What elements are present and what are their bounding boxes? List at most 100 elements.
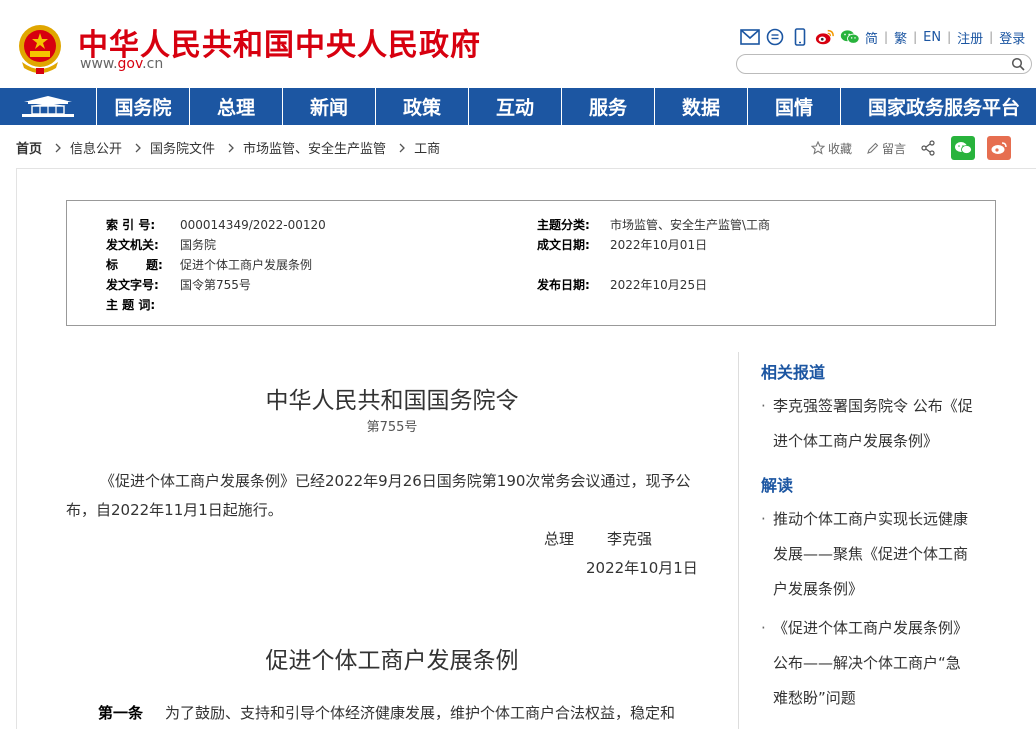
order-title: 中华人民共和国国务院令 <box>265 388 519 414</box>
meta-doc-no-row: 发文字号: 国令第755号 <box>106 276 251 293</box>
site-header: 中华人民共和国中央人民政府 www.gov.cn 简 | 繁 | EN | 注册… <box>0 0 1036 88</box>
breadcrumb-industry-commerce[interactable]: 工商 <box>414 138 440 157</box>
nav-item-national-info[interactable]: 国情 <box>748 88 841 125</box>
meta-value: 国令第755号 <box>180 278 251 292</box>
meta-category-row: 主题分类: 市场监管、安全生产监管\工商 <box>537 216 770 233</box>
search-icon[interactable] <box>1011 57 1025 71</box>
meta-keywords-row: 主 题 词: <box>106 296 180 313</box>
nav-item-data[interactable]: 数据 <box>655 88 748 125</box>
chevron-right-icon <box>399 143 405 152</box>
nav-item-services[interactable]: 服务 <box>562 88 655 125</box>
mobile-icon[interactable] <box>790 27 810 47</box>
breadcrumb-market-regulation[interactable]: 市场监管、安全生产监管 <box>243 138 386 157</box>
breadcrumb-home[interactable]: 首页 <box>16 138 42 157</box>
link-line[interactable]: 推动个体工商户实现长远健康 <box>773 510 968 528</box>
meta-label: 发文字号: <box>106 278 159 292</box>
meta-label: 索 引 号: <box>106 218 156 232</box>
interpretation-link[interactable]: 《促进个体工商户发展条例》公布——解决个体工商户“急难愁盼”问题 <box>761 611 1001 716</box>
meta-date-written-row: 成文日期: 2022年10月01日 <box>537 236 707 253</box>
meta-label: 题: <box>146 258 163 272</box>
article-1-text: 为了鼓励、支持和引导个体经济健康发展，维护个体工商户合法权益，稳定和 <box>165 704 676 722</box>
column-divider <box>738 352 739 729</box>
related-reports-list: 李克强签署国务院令 公布《促进个体工商户发展条例》 <box>761 389 1036 459</box>
pen-icon <box>867 142 879 154</box>
separator: | <box>947 30 952 44</box>
lang-english-link[interactable]: EN <box>923 30 941 45</box>
meta-issuer-row: 发文机关: 国务院 <box>106 236 216 253</box>
site-url: www.gov.cn <box>80 56 164 72</box>
interpretation-link[interactable]: 推动个体工商户实现长远健康发展——聚焦《促进个体工商户发展条例》 <box>761 502 1001 607</box>
favorite-label: 收藏 <box>828 141 853 156</box>
separator: | <box>913 30 918 44</box>
meta-value: 2022年10月01日 <box>610 238 708 252</box>
chevron-right-icon <box>228 143 234 152</box>
meta-value: 国务院 <box>180 238 217 252</box>
share-icon[interactable] <box>920 140 939 156</box>
signer-title: 总理 <box>544 530 575 548</box>
related-reports-heading: 相关报道 <box>761 363 826 382</box>
lang-traditional-link[interactable]: 繁 <box>894 28 907 47</box>
interpretation-heading: 解读 <box>761 476 794 495</box>
link-line[interactable]: 进个体工商户发展条例》 <box>773 432 938 450</box>
order-number: 第755号 <box>366 420 418 435</box>
meta-label: 主 题 词: <box>106 298 156 312</box>
comment-button[interactable]: 留言 <box>866 140 906 157</box>
separator: | <box>884 30 889 44</box>
meta-pub-date-row: 发布日期: 2022年10月25日 <box>537 276 707 293</box>
mail-icon[interactable] <box>740 27 760 47</box>
meta-value: 000014349/2022-00120 <box>180 218 326 232</box>
meta-label: 成文日期: <box>537 238 590 252</box>
document-meta-table: 索 引 号: 000014349/2022-00120 主题分类: 市场监管、安全生… <box>66 200 996 326</box>
meta-label: 标 <box>106 258 119 272</box>
meta-label: 发布日期: <box>537 278 590 292</box>
chevron-right-icon <box>135 143 141 152</box>
lang-simplified-link[interactable]: 简 <box>865 28 878 47</box>
meta-index-row: 索 引 号: 000014349/2022-00120 <box>106 216 326 233</box>
nav-item-gov-service-platform[interactable]: 国家政务服务平台 <box>841 88 1036 125</box>
interpretation-list: 推动个体工商户实现长远健康发展——聚焦《促进个体工商户发展条例》 《促进个体工商… <box>761 502 1036 716</box>
nav-item-news[interactable]: 新闻 <box>283 88 376 125</box>
breadcrumb-info-public[interactable]: 信息公开 <box>70 138 122 157</box>
related-report-link[interactable]: 李克强签署国务院令 公布《促进个体工商户发展条例》 <box>761 389 1001 459</box>
comment-label: 留言 <box>882 141 907 156</box>
search-input[interactable] <box>736 54 1032 74</box>
sidebar: 相关报道 李克强签署国务院令 公布《促进个体工商户发展条例》 解读 推动个体工商… <box>761 355 1036 716</box>
nav-item-interaction[interactable]: 互动 <box>469 88 562 125</box>
nav-item-state-council[interactable]: 国务院 <box>97 88 190 125</box>
nav-item-policy[interactable]: 政策 <box>376 88 469 125</box>
separator: | <box>989 30 994 44</box>
article-1-label: 第一条 <box>98 704 144 722</box>
main-nav: 国务院 总理 新闻 政策 互动 服务 数据 国情 国家政务服务平台 <box>0 88 1036 125</box>
link-line[interactable]: 《促进个体工商户发展条例》 <box>773 619 968 637</box>
article-actions: 收藏 留言 <box>811 136 1023 160</box>
message-icon[interactable] <box>765 27 785 47</box>
meta-value: 促进个体工商户发展条例 <box>180 258 313 272</box>
favorite-button[interactable]: 收藏 <box>811 140 852 157</box>
star-icon <box>811 141 825 155</box>
promulgation-paragraph-line: 布，自2022年11月1日起施行。 <box>66 501 283 519</box>
meta-title-row: 标 题: 促进个体工商户发展条例 <box>106 256 312 273</box>
regulation-title: 促进个体工商户发展条例 <box>265 648 519 674</box>
link-line[interactable]: 公布——解决个体工商户“急 <box>773 654 961 672</box>
meta-label: 发文机关: <box>106 238 159 252</box>
nav-home-icon[interactable] <box>0 88 97 125</box>
meta-label: 主题分类: <box>537 218 590 232</box>
link-line[interactable]: 李克强签署国务院令 公布《促 <box>773 397 973 415</box>
header-tools: 简 | 繁 | EN | 注册 | 登录 <box>740 26 1025 48</box>
link-line[interactable]: 发展——聚焦《促进个体工商 <box>773 545 968 563</box>
share-wechat-icon[interactable] <box>951 136 976 160</box>
meta-value: 2022年10月25日 <box>610 278 708 292</box>
link-line[interactable]: 难愁盼”问题 <box>773 689 856 707</box>
wechat-icon[interactable] <box>840 27 860 47</box>
register-link[interactable]: 注册 <box>957 28 983 47</box>
link-line[interactable]: 户发展条例》 <box>773 580 863 598</box>
sign-date: 2022年10月1日 <box>586 559 698 577</box>
promulgation-paragraph-line: 《促进个体工商户发展条例》已经2022年9月26日国务院第190次常务会议通过，… <box>100 472 691 490</box>
signer-name: 李克强 <box>607 530 653 548</box>
login-link[interactable]: 登录 <box>999 28 1025 47</box>
national-emblem-icon[interactable] <box>16 24 64 76</box>
weibo-icon[interactable] <box>815 27 835 47</box>
share-weibo-icon[interactable] <box>987 136 1012 160</box>
breadcrumb-state-council-docs[interactable]: 国务院文件 <box>150 138 215 157</box>
nav-item-premier[interactable]: 总理 <box>190 88 283 125</box>
